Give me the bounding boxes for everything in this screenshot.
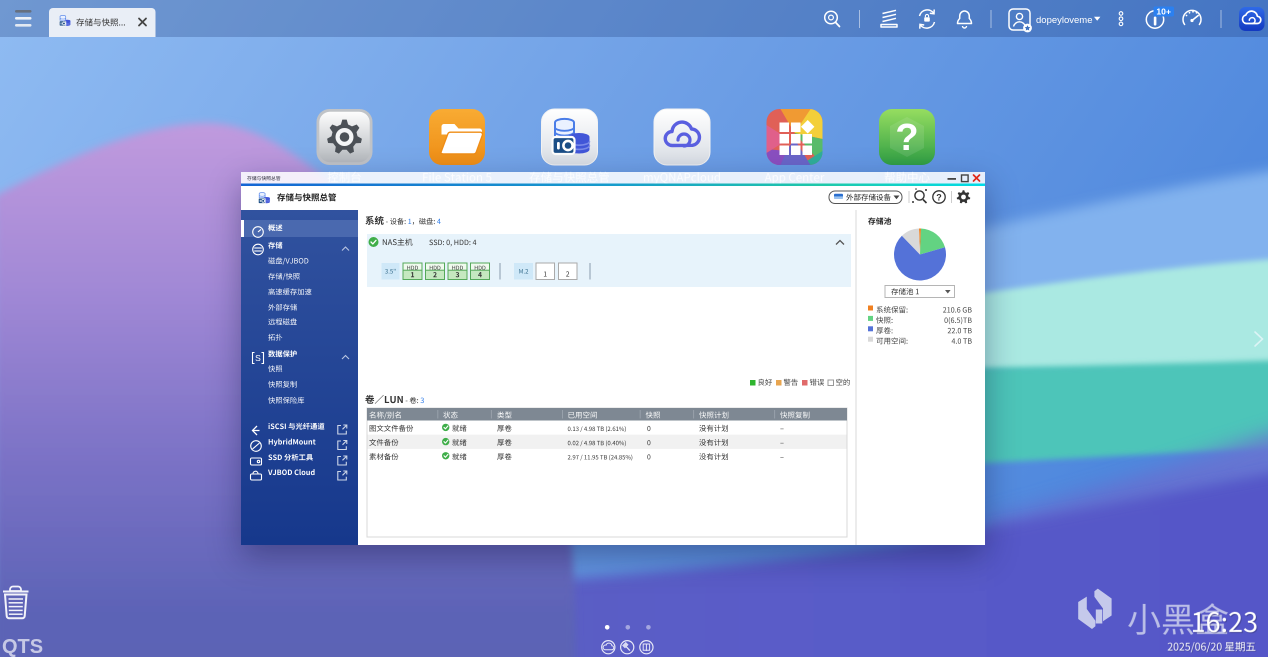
svg-text:?: ?	[936, 193, 942, 203]
svg-text:dopeyloveme: dopeyloveme	[1036, 15, 1093, 26]
svg-text:S: S	[255, 353, 261, 363]
svg-text:QTS: QTS	[2, 636, 43, 657]
